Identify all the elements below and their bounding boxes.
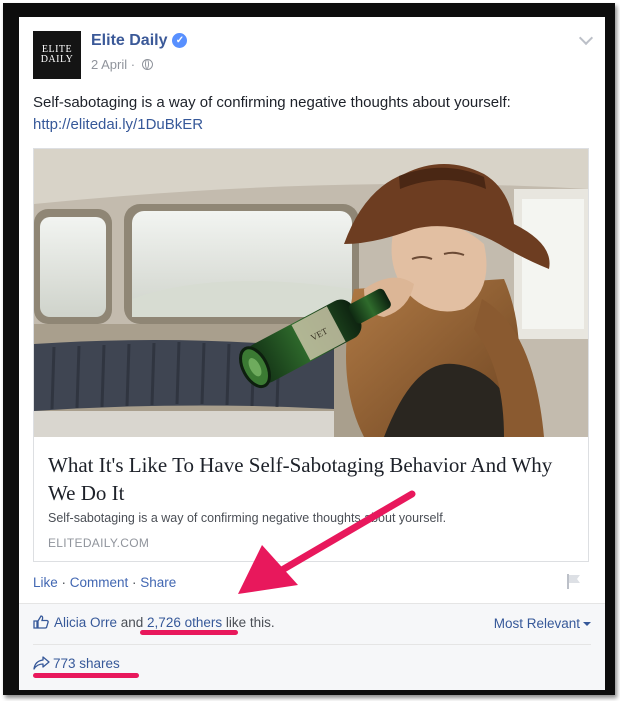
woman-drinking-in-car-image: VET — [34, 149, 588, 437]
post-actions: Like · Comment · Share — [33, 575, 176, 590]
shares-link[interactable]: 773 shares — [33, 656, 120, 671]
share-arrow-icon — [33, 656, 50, 670]
likes-summary: Alicia Orre and 2,726 others like this. — [33, 615, 275, 630]
others-count-link[interactable]: 2,726 others — [147, 615, 222, 630]
page-name-link[interactable]: Elite Daily ✓ — [91, 32, 188, 50]
globe-icon — [141, 59, 153, 70]
share-button[interactable]: Share — [140, 575, 176, 590]
sort-label[interactable]: Most Relevant — [494, 616, 580, 631]
attachment-image[interactable]: VET — [34, 149, 588, 437]
thumbs-up-icon — [33, 615, 49, 629]
action-separator: · — [57, 575, 70, 590]
like-this-text: like this. — [222, 615, 275, 630]
attachment-description: Self-sabotaging is a way of confirming n… — [48, 511, 447, 525]
like-button[interactable]: Like — [33, 575, 58, 590]
caret-down-icon — [583, 622, 591, 626]
post-date[interactable]: 2 April — [91, 57, 127, 72]
logo-line-2: DAILY — [40, 54, 74, 65]
link-attachment[interactable]: VET What It's Like To Have Self-Sabotagi… — [33, 148, 589, 562]
shares-count[interactable]: 773 shares — [53, 656, 120, 671]
post-meta: 2 April · — [91, 57, 153, 72]
action-separator: · — [128, 575, 141, 590]
sort-dropdown[interactable]: Most Relevant — [494, 616, 591, 631]
verified-badge-icon: ✓ — [172, 33, 188, 48]
likes-and-text: and — [117, 615, 148, 630]
divider — [33, 644, 591, 645]
flag-icon[interactable] — [565, 573, 583, 589]
annotation-underline-others — [140, 630, 238, 635]
annotation-underline-shares — [33, 673, 139, 678]
attachment-title[interactable]: What It's Like To Have Self-Sabotaging B… — [48, 451, 576, 507]
meta-separator: · — [130, 57, 136, 72]
attachment-domain: ELITEDAILY.COM — [48, 536, 150, 550]
page-avatar[interactable]: ELITE DAILY — [33, 31, 81, 79]
screenshot-frame: ELITE DAILY Elite Daily ✓ 2 April · Self-… — [3, 3, 615, 695]
page-name[interactable]: Elite Daily — [91, 32, 167, 49]
post-caption: Self-sabotaging is a way of confirming n… — [33, 94, 511, 111]
post-header: ELITE DAILY Elite Daily ✓ 2 April · — [19, 17, 605, 87]
post-link[interactable]: http://elitedai.ly/1DuBkER — [33, 114, 593, 136]
facebook-post-card: ELITE DAILY Elite Daily ✓ 2 April · Self-… — [19, 17, 605, 690]
comment-button[interactable]: Comment — [70, 575, 129, 590]
liker-name[interactable]: Alicia Orre — [54, 615, 117, 630]
chevron-down-icon[interactable] — [578, 30, 594, 46]
post-text: Self-sabotaging is a way of confirming n… — [33, 92, 593, 136]
